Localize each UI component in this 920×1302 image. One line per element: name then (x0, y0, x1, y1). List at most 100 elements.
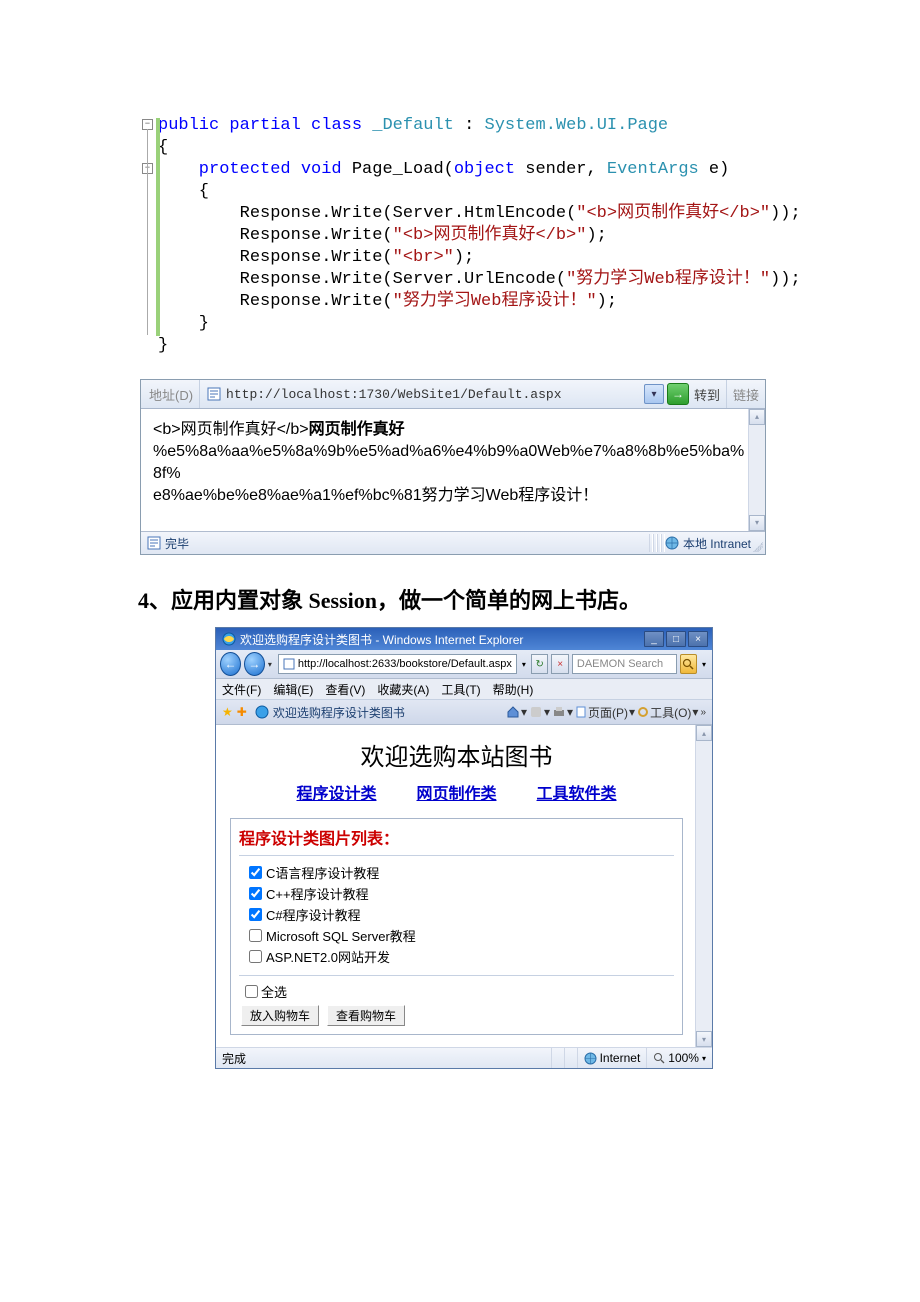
intranet-icon (665, 536, 679, 550)
view-cart-button[interactable]: 查看购物车 (327, 1005, 405, 1026)
ie6-page-content: ▴ ▾ <b>网页制作真好</b>网页制作真好 %e5%8a%aa%e5%8a%… (141, 409, 765, 532)
scrollbar[interactable]: ▴ ▾ (748, 409, 765, 531)
book-list: C语言程序设计教程 C++程序设计教程 C#程序设计教程 Microsoft S… (239, 855, 674, 976)
scroll-down[interactable]: ▾ (749, 515, 765, 531)
code-line: protected void Page_Load(object sender, … (158, 159, 920, 181)
menu-bar: 文件(F) 编辑(E) 查看(V) 收藏夹(A) 工具(T) 帮助(H) (216, 679, 712, 700)
favorites-center-icon[interactable]: ★ (222, 705, 233, 719)
code-line: Response.Write("<b>网页制作真好</b>"); (158, 225, 920, 247)
ie-page-icon (206, 386, 222, 402)
zone-label: 本地 Intranet (683, 535, 751, 552)
links-label[interactable]: 链接 (727, 380, 765, 408)
ie6-status-bar: 完毕 本地 Intranet (141, 532, 765, 554)
forward-button[interactable]: → (244, 652, 265, 676)
output-escaped-html: <b>网页制作真好</b> (153, 421, 309, 438)
back-button[interactable]: ← (220, 652, 241, 676)
add-favorite-icon[interactable]: ✚ (237, 705, 247, 719)
nav-history-dropdown[interactable]: ▾ (268, 660, 272, 669)
book-checkbox[interactable] (249, 929, 262, 942)
command-bar: ★ ✚ 欢迎选购程序设计类图书 ▾ ▾ ▾ 页面(P) ▾ 工具(O) ▾ » (216, 700, 712, 725)
menu-tools[interactable]: 工具(T) (435, 681, 486, 698)
menu-view[interactable]: 查看(V) (319, 681, 371, 698)
menu-file[interactable]: 文件(F) (216, 681, 267, 698)
more-chevron[interactable]: » (700, 707, 706, 718)
ie-page-icon (255, 705, 269, 719)
select-all-checkbox[interactable] (245, 985, 258, 998)
address-label: 地址(D) (141, 380, 200, 408)
scroll-down[interactable]: ▾ (696, 1031, 712, 1047)
ie6-browser-window: 地址(D) http://localhost:1730/WebSite1/Def… (140, 379, 766, 555)
page-menu[interactable]: 页面(P) ▾ (575, 704, 635, 721)
scroll-up[interactable]: ▴ (696, 725, 712, 741)
code-line: Response.Write(Server.HtmlEncode("<b>网页制… (158, 203, 920, 225)
minimize-button[interactable]: _ (644, 631, 664, 647)
ie7-browser-window: 欢迎选购程序设计类图书 - Windows Internet Explorer … (215, 627, 713, 1069)
ie6-address-toolbar: 地址(D) http://localhost:1730/WebSite1/Def… (141, 380, 765, 409)
book-item[interactable]: C#程序设计教程 (245, 904, 674, 925)
code-line: { (158, 181, 920, 203)
code-line: } (158, 313, 920, 335)
book-item[interactable]: C语言程序设计教程 (245, 862, 674, 883)
title-bar: 欢迎选购程序设计类图书 - Windows Internet Explorer … (216, 628, 712, 650)
search-box[interactable]: DAEMON Search (572, 654, 677, 674)
book-checkbox[interactable] (249, 950, 262, 963)
category-link-software[interactable]: 工具软件类 (537, 786, 617, 803)
zoom-panel[interactable]: 100% ▾ (646, 1048, 712, 1068)
go-button[interactable]: → (667, 383, 689, 405)
code-line: public partial class _Default : System.W… (158, 115, 920, 137)
refresh-button[interactable]: ↻ (531, 654, 548, 674)
code-line: } (158, 335, 920, 357)
question-4-heading: 4、应用内置对象 Session，做一个简单的网上书店。 (138, 583, 920, 615)
menu-favorites[interactable]: 收藏夹(A) (371, 681, 435, 698)
ie7-status-bar: 完成 Internet 100% ▾ (216, 1047, 712, 1068)
code-block: − − public partial class _Default : Syst… (142, 115, 920, 357)
add-to-cart-button[interactable]: 放入购物车 (241, 1005, 319, 1026)
code-line: { (158, 137, 920, 159)
panel-title: 程序设计类图片列表： (239, 825, 674, 849)
feeds-button[interactable]: ▾ (529, 705, 550, 719)
print-button[interactable]: ▾ (552, 705, 573, 719)
change-marker (156, 118, 160, 336)
status-text: 完毕 (165, 535, 189, 552)
window-title: 欢迎选购程序设计类图书 - Windows Internet Explorer (240, 631, 642, 648)
category-link-programming[interactable]: 程序设计类 (296, 786, 376, 803)
code-line: Response.Write(Server.UrlEncode("努力学习Web… (158, 269, 920, 291)
status-text: 完成 (216, 1050, 551, 1067)
home-button[interactable]: ▾ (506, 705, 527, 719)
scroll-up[interactable]: ▴ (749, 409, 765, 425)
browser-tab[interactable]: 欢迎选购程序设计类图书 (255, 704, 506, 721)
internet-zone-icon (584, 1052, 597, 1065)
ie-page-icon (283, 658, 295, 670)
book-checkbox[interactable] (249, 866, 262, 879)
book-checkbox[interactable] (249, 887, 262, 900)
book-checkbox[interactable] (249, 908, 262, 921)
nav-toolbar: ← → ▾ http://localhost:2633/bookstore/De… (216, 650, 712, 679)
page-heading: 欢迎选购本站图书 (228, 737, 685, 772)
stop-button[interactable]: × (551, 654, 568, 674)
select-all-row[interactable]: 全选 (239, 982, 674, 1001)
book-item[interactable]: C++程序设计教程 (245, 883, 674, 904)
page-content: 欢迎选购本站图书 程序设计类 网页制作类 工具软件类 程序设计类图片列表： C语… (216, 725, 695, 1047)
search-dropdown[interactable]: ▾ (700, 660, 708, 669)
book-item[interactable]: Microsoft SQL Server教程 (245, 925, 674, 946)
scrollbar[interactable]: ▴ ▾ (695, 725, 712, 1047)
url-dropdown[interactable]: ▾ (644, 384, 664, 404)
category-nav: 程序设计类 网页制作类 工具软件类 (228, 780, 685, 804)
search-button[interactable] (680, 654, 697, 674)
output-urlencoded: e8%ae%be%e8%ae%a1%ef%bc%81努力学习Web程序设计！ (153, 487, 598, 504)
book-item[interactable]: ASP.NET2.0网站开发 (245, 946, 674, 967)
url-field[interactable]: http://localhost:2633/bookstore/Default.… (278, 654, 517, 674)
go-label: 转到 (692, 380, 727, 408)
url-display[interactable]: http://localhost:1730/WebSite1/Default.a… (226, 387, 644, 402)
url-dropdown[interactable]: ▾ (520, 660, 528, 669)
close-button[interactable]: × (688, 631, 708, 647)
menu-edit[interactable]: 编辑(E) (267, 681, 319, 698)
resize-grip[interactable] (753, 542, 763, 552)
maximize-button[interactable]: □ (666, 631, 686, 647)
output-bold: 网页制作真好 (309, 421, 405, 438)
book-list-panel: 程序设计类图片列表： C语言程序设计教程 C++程序设计教程 C#程序设计教程 … (230, 818, 683, 1035)
ie-icon (222, 632, 236, 646)
category-link-webdesign[interactable]: 网页制作类 (416, 786, 496, 803)
menu-help[interactable]: 帮助(H) (487, 681, 540, 698)
tools-menu[interactable]: 工具(O) ▾ (637, 704, 698, 721)
